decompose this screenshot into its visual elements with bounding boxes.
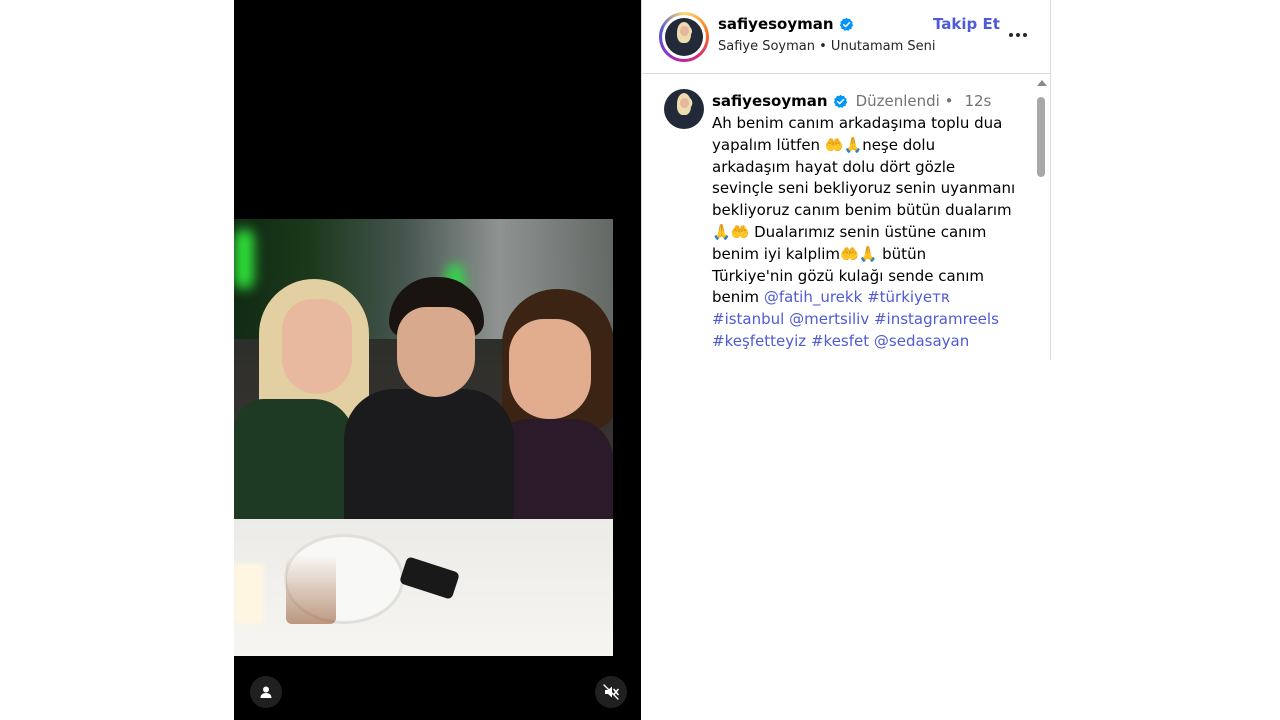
post-header: safiyesoyman Safiye Soyman • Unutamam Se… — [642, 0, 1051, 74]
reel-video-panel[interactable] — [234, 0, 641, 720]
hashtag-link[interactable]: #keşfetteyiz — [712, 332, 806, 350]
follow-button[interactable]: Takip Et — [933, 15, 1000, 33]
caption-text: Ah benim canım arkadaşıma toplu dua yapa… — [712, 113, 1022, 353]
hashtag-link[interactable]: #türkiyeᴛʀ — [867, 288, 950, 306]
caption-line: yapalım lütfen 🤲🙏neşe dolu — [712, 135, 936, 154]
caption-line: bekliyoruz canım benim bütün dualarım — [712, 201, 1012, 220]
caption-line: #keşfetteyiz #kesfet @sedasayan — [712, 331, 1022, 353]
verified-badge-icon — [839, 17, 853, 31]
verified-badge-icon — [833, 94, 847, 108]
more-options-icon[interactable] — [1006, 24, 1030, 46]
hashtag-link[interactable]: #instagramreels — [874, 310, 999, 328]
post-side-panel: safiyesoyman Safiye Soyman • Unutamam Se… — [641, 0, 1051, 360]
user-tag-icon — [260, 686, 272, 698]
caption-line: Ah benim canım arkadaşıma toplu dua — [712, 114, 1003, 132]
mute-toggle-button[interactable] — [595, 676, 627, 708]
timestamp[interactable]: 12s — [964, 92, 991, 110]
scroll-up-arrow[interactable] — [1037, 80, 1047, 86]
scrollbar[interactable] — [1034, 80, 1048, 360]
caption-line: sevinçle seni bekliyoruz senin uyanmanı — [712, 179, 1016, 198]
caption-avatar[interactable] — [664, 89, 704, 129]
caption-line: benim @fatih_urekk #türkiyeᴛʀ — [712, 287, 1022, 309]
caption-username[interactable]: safiyesoyman — [712, 92, 828, 110]
mention-link[interactable]: @sedasayan — [874, 332, 969, 350]
muted-speaker-icon — [603, 684, 619, 700]
post-username[interactable]: safiyesoyman — [718, 15, 854, 33]
caption-line: 🙏🤲 Dualarımız senin üstüne canım — [712, 222, 987, 241]
caption-area: safiyesoyman Düzenlendi • 12s Ah benim c… — [642, 75, 1051, 360]
hashtag-link[interactable]: #kesfet — [811, 332, 869, 350]
caption-line: arkadaşım hayat dolu dört gözle — [712, 157, 956, 176]
username-label[interactable]: safiyesoyman — [718, 15, 834, 33]
caption-line: benim iyi kalplim🤲🙏 bütün — [712, 244, 927, 263]
audio-subtitle[interactable]: Safiye Soyman • Unutamam Seni — [718, 39, 936, 54]
scroll-thumb[interactable] — [1037, 97, 1045, 177]
mention-link[interactable]: @fatih_urekk — [764, 288, 862, 306]
caption-header: safiyesoyman Düzenlendi • 12s — [712, 92, 991, 110]
mention-link[interactable]: @mertsiliv — [789, 310, 869, 328]
hashtag-link[interactable]: #istanbul — [712, 310, 784, 328]
story-ring[interactable] — [659, 12, 709, 62]
avatar[interactable] — [665, 18, 703, 56]
edited-label: Düzenlendi • — [855, 92, 954, 110]
user-tag-button[interactable] — [250, 676, 282, 708]
caption-text-fragment: benim — [712, 288, 764, 307]
caption-line: #istanbul @mertsiliv #instagramreels — [712, 309, 1022, 331]
caption-line: Türkiye'nin gözü kulağı sende canım — [712, 266, 984, 285]
reel-photo — [234, 219, 613, 656]
